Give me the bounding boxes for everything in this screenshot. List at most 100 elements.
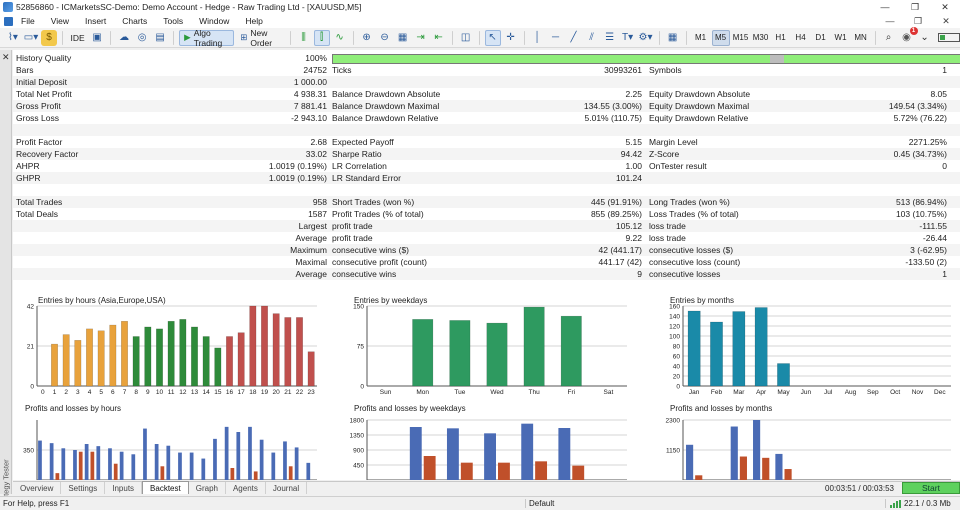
tab-overview[interactable]: Overview [13,482,62,494]
y-tick-label: 21 [27,344,35,351]
menu-view[interactable]: View [43,16,77,26]
x-tick-label: Mar [733,389,745,396]
report-cell-l3: Z-Score [649,149,680,159]
start-button[interactable]: Start [902,482,960,494]
channel-icon[interactable]: ⫽ [584,30,600,46]
bar [272,313,280,387]
notifications-icon[interactable]: ◉ 1 [899,26,918,46]
menu-tools[interactable]: Tools [155,16,191,26]
ide-button[interactable]: IDE [68,30,87,46]
zoom-out-icon[interactable]: ⊖ [377,30,393,46]
bar-chart-icon[interactable]: ⫼ [296,30,312,46]
tile-windows-icon[interactable]: ▦ [395,30,411,46]
menu-window[interactable]: Window [191,16,237,26]
bar [558,428,571,480]
close-icon[interactable]: ✕ [2,52,10,63]
bar [572,465,585,480]
status-bar: For Help, press F1 Default 22.1 / 0.3 Mb [0,496,960,510]
vps-icon[interactable]: ◎ [134,30,150,46]
chart-minimize-icon[interactable]: — [876,16,904,27]
crosshair-icon[interactable]: ✛ [503,30,519,46]
market-icon[interactable]: $ [41,29,57,46]
cloud-icon[interactable]: ☁ [116,30,132,46]
timeframe-h4[interactable]: H4 [792,30,810,46]
new-chart-icon[interactable]: ⌇▾ [5,30,21,46]
x-tick-label: Nov [912,389,924,396]
bar [51,343,58,387]
tab-backtest[interactable]: Backtest [142,481,189,494]
history-quality-label: History Quality [16,53,72,63]
candle-chart-icon[interactable]: ⫿ [313,29,330,46]
report-row: Total Net Profit 4 938.31 Balance Drawdown… [13,88,960,100]
menu-help[interactable]: Help [237,16,270,26]
chart-shift-icon[interactable]: ⇤ [431,30,447,46]
timeframe-h1[interactable]: H1 [772,30,790,46]
timeframe-m5[interactable]: M5 [711,29,730,46]
tab-graph[interactable]: Graph [189,482,226,494]
x-tick-label: 22 [296,389,304,396]
chart-menu-icon[interactable] [4,16,13,26]
timeframe-m1[interactable]: M1 [692,30,710,46]
x-tick-label: Wed [490,389,504,396]
report-cell-v2: 30993261 [604,65,642,75]
tester-icon[interactable]: ▤ [152,30,168,46]
vertical-line-icon[interactable]: │ [530,30,546,46]
report-row: AHPR 1.0019 (0.19%) LR Correlation 1.00 OnTe… [13,160,960,172]
report-cell-v3: 3 (-62.95) [910,245,947,255]
shapes-icon[interactable]: ⚙▾ [638,30,654,46]
chart-close-icon[interactable]: ✕ [932,16,960,27]
timeframe-d1[interactable]: D1 [812,30,830,46]
objects-icon[interactable]: ▦ [665,30,681,46]
restore-icon[interactable]: ❐ [900,0,930,14]
timeframe-w1[interactable]: W1 [832,30,850,46]
timeframe-m15[interactable]: M15 [732,30,750,46]
report-cell-l3: Symbols [649,65,682,75]
auto-scroll-icon[interactable]: ⇥ [413,30,429,46]
minimize-icon[interactable]: — [870,0,900,14]
report-cell-v2: 2.25 [625,89,642,99]
tab-inputs[interactable]: Inputs [105,482,143,494]
chevron-down-icon[interactable]: ⌄ [917,30,933,46]
x-tick-label: 23 [308,389,316,396]
new-order-button[interactable]: ⊞ New Order [236,28,284,48]
menu-charts[interactable]: Charts [114,16,155,26]
status-profile[interactable]: Default [525,499,885,508]
lock-icon[interactable]: ▣ [89,30,105,46]
cursor-icon[interactable]: ↖ [484,29,501,46]
fibonacci-icon[interactable]: ☰ [602,30,618,46]
search-icon[interactable]: ⌕ [881,30,897,46]
report-cell-v3: 149.54 (3.34%) [888,101,947,111]
bar [86,328,93,387]
report-cell-l2: Balance Drawdown Absolute [332,89,441,99]
bar [191,326,198,387]
timeframe-m30[interactable]: M30 [752,30,770,46]
trendline-icon[interactable]: ╱ [566,30,582,46]
screenshot-icon[interactable]: ◫ [458,30,474,46]
report-cell-l2: Ticks [332,65,352,75]
report-row: Average consecutive wins 9 consecutive loss… [13,268,960,280]
line-chart-icon[interactable]: ∿ [332,30,348,46]
zoom-in-icon[interactable]: ⊕ [359,30,375,46]
menu-insert[interactable]: Insert [77,16,114,26]
bar [259,439,264,480]
bar [167,320,175,387]
menu-file[interactable]: File [13,16,43,26]
report-row [13,184,960,196]
tab-journal[interactable]: Journal [266,482,308,494]
chart-restore-icon[interactable]: ❐ [904,16,932,27]
close-icon[interactable]: ✕ [930,0,960,14]
text-tool-icon[interactable]: T▾ [620,30,636,46]
report-cell-v1: 1 000.00 [293,77,327,87]
profiles-icon[interactable]: ▭▾ [23,30,39,46]
y-tick-label: 150 [353,304,364,311]
chart-window-controls: — ❐ ✕ [876,16,960,27]
x-tick-label: 21 [284,389,292,396]
timeframe-mn[interactable]: MN [852,30,870,46]
y-tick-label: 1150 [666,448,680,455]
tab-settings[interactable]: Settings [61,482,106,494]
history-quality-bar [332,54,960,64]
horizontal-line-icon[interactable]: ─ [548,30,564,46]
tab-agents[interactable]: Agents [226,482,266,494]
algo-trading-button[interactable]: ▶ Algo Trading [179,28,235,48]
bar [775,453,783,480]
